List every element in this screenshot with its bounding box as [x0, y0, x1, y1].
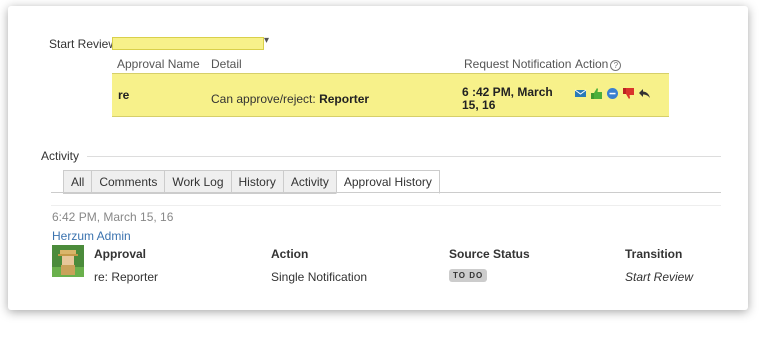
action-col-header: Action [271, 247, 309, 261]
request-notification-time: 6 :42 PM, March 15, 16 [462, 85, 553, 112]
activity-title: Activity [41, 149, 80, 163]
tab-approval-history[interactable]: Approval History [335, 170, 440, 194]
action-icons [574, 87, 651, 100]
help-icon[interactable]: ? [610, 60, 622, 71]
avatar[interactable] [52, 245, 84, 277]
activity-divider [87, 156, 721, 157]
start-review-label: Start Review [49, 37, 118, 51]
chevron-down-icon[interactable]: ▾ [264, 35, 269, 46]
action-header-label: Action [575, 57, 609, 71]
minus-circle-icon[interactable] [606, 87, 619, 100]
activity-tabs: All Comments Work Log History Activity A… [63, 170, 440, 194]
thumbs-down-icon[interactable] [622, 87, 635, 100]
tab-comments[interactable]: Comments [91, 170, 165, 194]
tabs-divider [51, 192, 721, 193]
detail-value: Reporter [319, 92, 370, 106]
approval-col-header: Approval [94, 247, 147, 261]
source-status-col-header: Source Status [449, 247, 530, 261]
thumbs-up-icon[interactable] [590, 87, 603, 100]
transition-col-header: Transition [625, 247, 683, 261]
detail-prefix: Can approve/reject: [211, 92, 316, 106]
reply-icon[interactable] [638, 87, 651, 100]
content-card [8, 6, 748, 310]
tab-work-log[interactable]: Work Log [164, 170, 231, 194]
status-badge: TO DO [449, 269, 488, 282]
entry-divider [51, 205, 721, 206]
approval-name-header: Approval Name [117, 57, 200, 71]
tab-all[interactable]: All [63, 170, 92, 194]
start-review-select[interactable] [112, 37, 264, 50]
tab-activity[interactable]: Activity [282, 170, 336, 194]
mail-icon[interactable] [574, 87, 587, 100]
approval-row: re Can approve/reject: Reporter 6 :42 PM… [112, 73, 669, 117]
author-link[interactable]: Herzum Admin [52, 229, 131, 243]
approval-detail: Can approve/reject: Reporter [211, 92, 369, 106]
detail-header: Detail [211, 57, 242, 71]
request-notification-header: Request Notification [464, 57, 572, 71]
entry-timestamp: 6:42 PM, March 15, 16 [52, 210, 174, 224]
approval-value: re: Reporter [94, 270, 159, 284]
action-header: Action? [575, 57, 622, 71]
transition-value: Start Review [625, 270, 694, 284]
approval-name: re [118, 88, 130, 102]
tab-history[interactable]: History [230, 170, 283, 194]
action-value: Single Notification [271, 270, 368, 284]
